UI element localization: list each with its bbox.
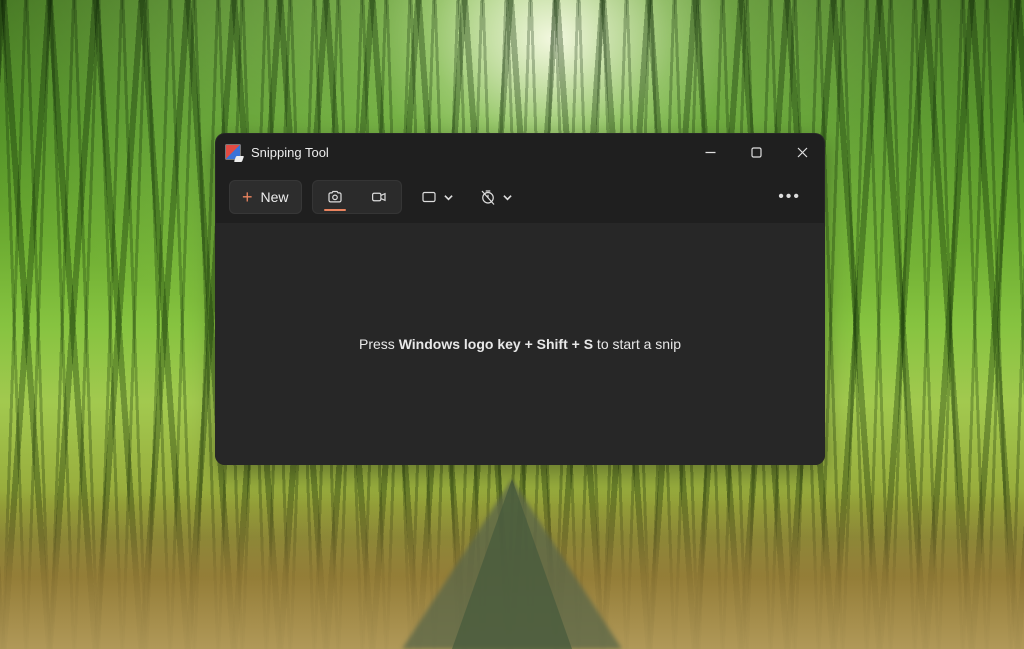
minimize-button[interactable]	[687, 133, 733, 171]
title-left: Snipping Tool	[225, 144, 329, 160]
new-label: New	[261, 189, 289, 205]
camera-icon	[326, 188, 344, 206]
chevron-down-icon	[503, 193, 512, 202]
video-mode-button[interactable]	[357, 181, 401, 213]
snipping-tool-window: Snipping Tool + New	[215, 133, 825, 465]
video-icon	[370, 188, 388, 206]
caption-buttons	[687, 133, 825, 171]
window-title: Snipping Tool	[251, 145, 329, 160]
photo-mode-button[interactable]	[313, 181, 357, 213]
maximize-button[interactable]	[733, 133, 779, 171]
minimize-icon	[705, 147, 716, 158]
app-icon	[225, 144, 241, 160]
plus-icon: +	[242, 188, 253, 206]
desktop-wallpaper: Snipping Tool + New	[0, 0, 1024, 649]
hint-suffix: to start a snip	[593, 336, 681, 352]
rectangle-icon	[420, 188, 438, 206]
hint-shortcut: Windows logo key + Shift + S	[399, 336, 593, 352]
new-snip-button[interactable]: + New	[229, 180, 302, 214]
chevron-down-icon	[444, 193, 453, 202]
content-area: Press Windows logo key + Shift + S to st…	[215, 223, 825, 465]
snip-shape-dropdown[interactable]	[412, 180, 461, 214]
maximize-icon	[751, 147, 762, 158]
capture-mode-group	[312, 180, 402, 214]
close-icon	[797, 147, 808, 158]
shortcut-hint: Press Windows logo key + Shift + S to st…	[359, 336, 681, 352]
hint-prefix: Press	[359, 336, 399, 352]
delay-dropdown[interactable]	[471, 180, 520, 214]
close-button[interactable]	[779, 133, 825, 171]
titlebar[interactable]: Snipping Tool	[215, 133, 825, 171]
no-delay-icon	[479, 188, 497, 206]
more-options-button[interactable]: •••	[768, 180, 811, 214]
wallpaper-path-inner	[452, 479, 572, 649]
toolbar: + New	[215, 171, 825, 223]
